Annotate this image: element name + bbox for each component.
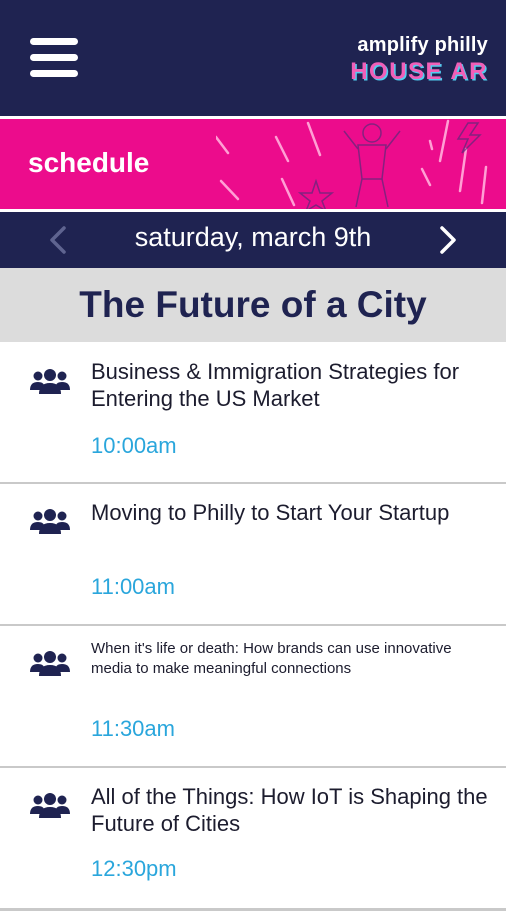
session-time: 10:00am [91, 433, 177, 458]
session-title: Moving to Philly to Start Your Startup [91, 500, 450, 525]
section-title: The Future of a City [79, 284, 427, 325]
current-date-label: saturday, march 9th [134, 222, 372, 252]
brand-logo-line1: amplify philly [357, 34, 488, 56]
session-title: Business & Immigration Strategies for En… [91, 359, 460, 411]
session-title: When it's life or death: How brands can … [91, 640, 452, 677]
group-icon [30, 509, 70, 534]
group-icon [30, 369, 70, 394]
brand-logo-line2: HOUSE AR [350, 58, 488, 85]
session-list-item[interactable]: When it's life or death: How brands can … [0, 626, 506, 769]
menu-icon[interactable] [30, 38, 78, 78]
banner-title: schedule [28, 147, 150, 178]
chevron-right-icon[interactable] [432, 224, 462, 256]
session-time: 12:30pm [91, 856, 177, 881]
session-list-item[interactable]: Moving to Philly to Start Your Startup 1… [0, 484, 506, 627]
group-icon [30, 793, 70, 818]
session-time: 11:00am [91, 574, 175, 599]
session-list-item[interactable]: Business & Immigration Strategies for En… [0, 342, 506, 485]
app-header: amplify philly HOUSE AR [0, 0, 506, 116]
section-header: The Future of a City [0, 268, 506, 342]
group-icon [30, 651, 70, 676]
schedule-banner: schedule [0, 119, 506, 209]
banner-doodle-art [216, 119, 488, 209]
session-time: 11:30am [91, 716, 175, 741]
session-list-item[interactable]: All of the Things: How IoT is Shaping th… [0, 768, 506, 911]
date-navigation-bar: saturday, march 9th [0, 212, 506, 268]
session-title: All of the Things: How IoT is Shaping th… [91, 784, 488, 836]
